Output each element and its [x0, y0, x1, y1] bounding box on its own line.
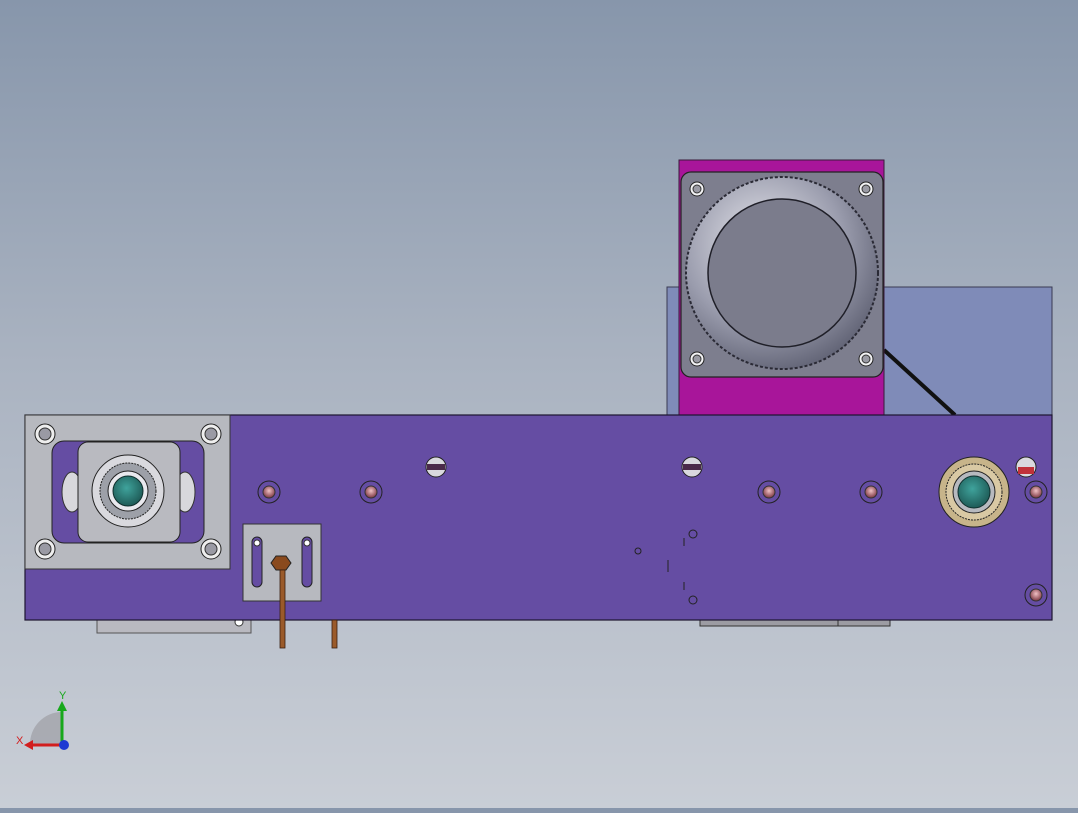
triad-plane — [29, 712, 62, 745]
axis-triad[interactable]: Y X — [16, 690, 69, 750]
hex-nut-icon[interactable] — [270, 555, 292, 571]
left-bearing-core[interactable] — [112, 475, 144, 507]
y-axis-label: Y — [59, 690, 67, 702]
z-axis-dot-icon — [59, 740, 69, 750]
threaded-rod-right — [331, 619, 338, 649]
motor-knob-inner[interactable] — [707, 198, 857, 348]
cad-viewport[interactable]: Y X — [0, 0, 1078, 808]
threaded-rod-left — [279, 569, 286, 649]
x-axis-label: X — [16, 735, 24, 747]
right-bearing-core[interactable] — [957, 475, 991, 509]
model-canvas[interactable]: Y X — [0, 0, 1078, 808]
